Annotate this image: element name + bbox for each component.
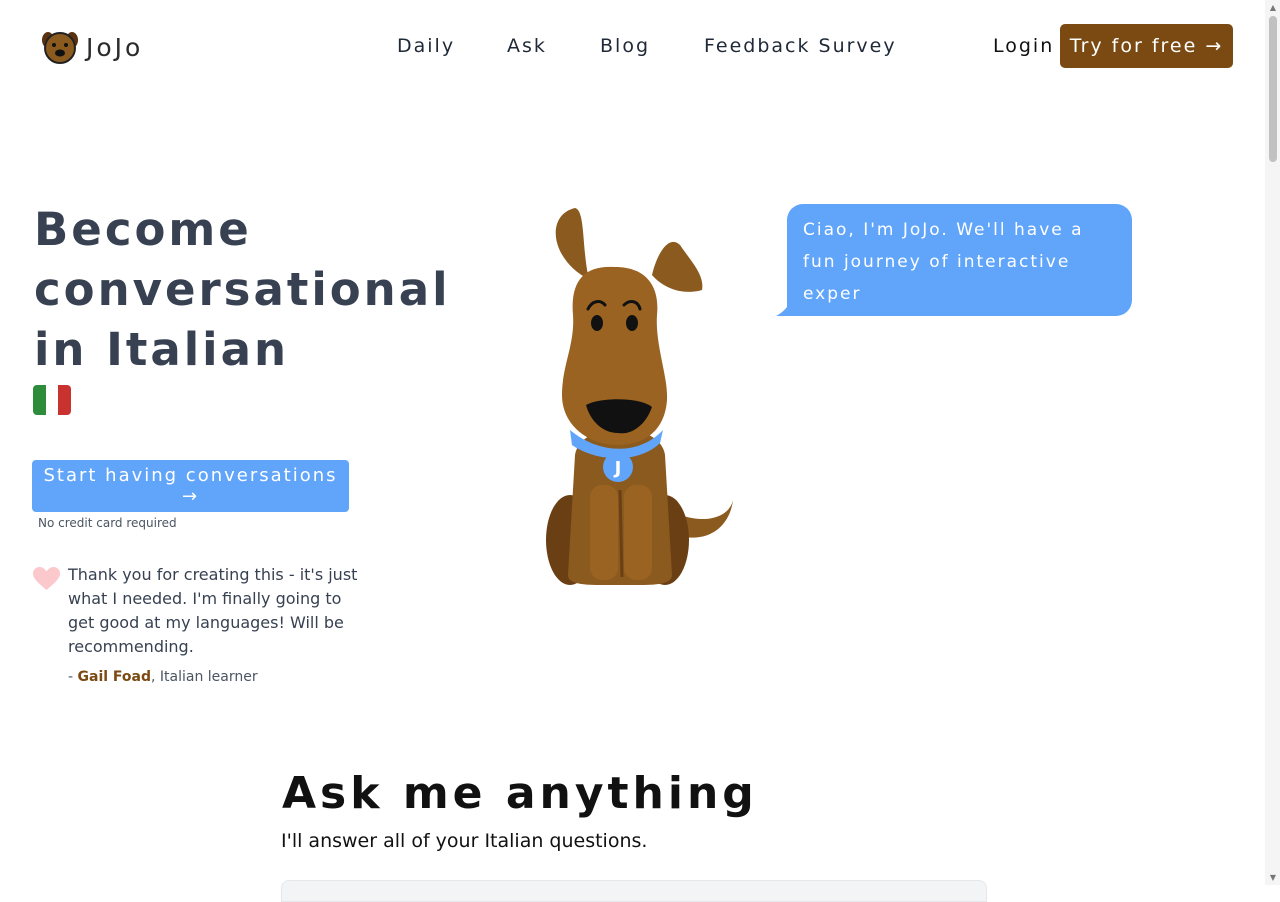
no-credit-card-note: No credit card required: [38, 516, 177, 530]
speech-bubble: Ciao, I'm JoJo. We'll have a fun journey…: [787, 204, 1132, 316]
testimonial-attribution: - Gail Foad, Italian learner: [68, 669, 258, 685]
nav-ask[interactable]: Ask: [507, 35, 547, 57]
scroll-down-arrow-icon[interactable]: ▼: [1270, 873, 1276, 882]
start-conversations-button[interactable]: Start having conversations →: [32, 460, 349, 512]
nav-daily[interactable]: Daily: [397, 35, 455, 57]
testimonial-role: , Italian learner: [151, 669, 258, 685]
attribution-prefix: -: [68, 669, 78, 685]
ask-section-title: Ask me anything: [282, 768, 758, 819]
try-for-free-button[interactable]: Try for free →: [1060, 24, 1233, 68]
italy-flag-icon: [33, 385, 71, 415]
brand-name: JoJo: [86, 32, 144, 62]
page-scrollbar[interactable]: ▲ ▼: [1265, 0, 1280, 885]
ask-section-subtitle: I'll answer all of your Italian question…: [281, 830, 648, 852]
testimonial-author: Gail Foad: [77, 669, 152, 685]
jojo-dog-illustration: J: [546, 208, 733, 585]
nav-feedback-survey[interactable]: Feedback Survey: [704, 35, 897, 57]
nav-blog[interactable]: Blog: [600, 35, 650, 57]
heart-icon: [33, 567, 60, 590]
scroll-up-arrow-icon[interactable]: ▲: [1270, 3, 1276, 12]
hero-title: Become conversational in Italian: [34, 203, 451, 376]
collar-tag-letter: J: [613, 458, 622, 479]
ask-input-box[interactable]: [281, 880, 987, 902]
testimonial-text: Thank you for creating this - it's just …: [68, 565, 358, 656]
brand-logo[interactable]: JoJo: [40, 28, 143, 66]
dog-logo-icon: [42, 32, 78, 64]
scrollbar-thumb[interactable]: [1269, 16, 1277, 162]
login-link[interactable]: Login: [993, 35, 1054, 57]
